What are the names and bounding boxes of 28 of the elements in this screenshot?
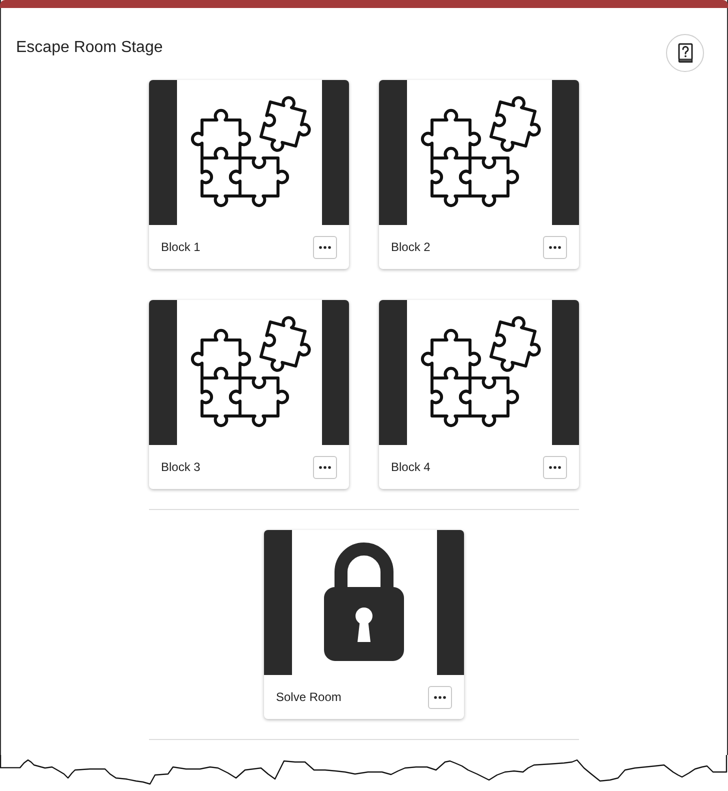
block-label: Block 2 xyxy=(391,240,430,254)
block-card[interactable]: Solve Room xyxy=(264,530,464,719)
more-button[interactable] xyxy=(543,236,567,258)
puzzle-pieces-icon xyxy=(176,300,322,445)
block-label: Block 1 xyxy=(161,240,200,254)
more-icon xyxy=(434,696,446,698)
more-icon xyxy=(549,246,561,248)
block-label: Block 4 xyxy=(391,460,430,474)
padlock-icon xyxy=(292,530,436,675)
block-card[interactable]: Block 2 xyxy=(379,80,579,269)
puzzle-pieces-icon xyxy=(406,80,552,225)
help-book-icon xyxy=(678,43,692,63)
more-button[interactable] xyxy=(543,456,567,478)
block-card[interactable]: Block 3 xyxy=(149,300,349,489)
more-icon xyxy=(549,466,561,468)
block-label: Block 3 xyxy=(161,460,200,474)
panel-title: Escape Room Stage xyxy=(16,38,163,58)
puzzle-pieces-icon xyxy=(176,80,322,225)
block-card[interactable]: Block 4 xyxy=(379,300,579,489)
more-button[interactable] xyxy=(313,236,337,258)
block-label: Solve Room xyxy=(276,690,342,704)
more-icon xyxy=(319,466,331,468)
help-button[interactable] xyxy=(666,34,704,72)
more-button[interactable] xyxy=(313,456,337,478)
block-card[interactable]: Block 1 xyxy=(149,80,349,269)
puzzle-pieces-icon xyxy=(406,300,552,445)
more-button[interactable] xyxy=(428,686,452,708)
more-icon xyxy=(319,246,331,248)
